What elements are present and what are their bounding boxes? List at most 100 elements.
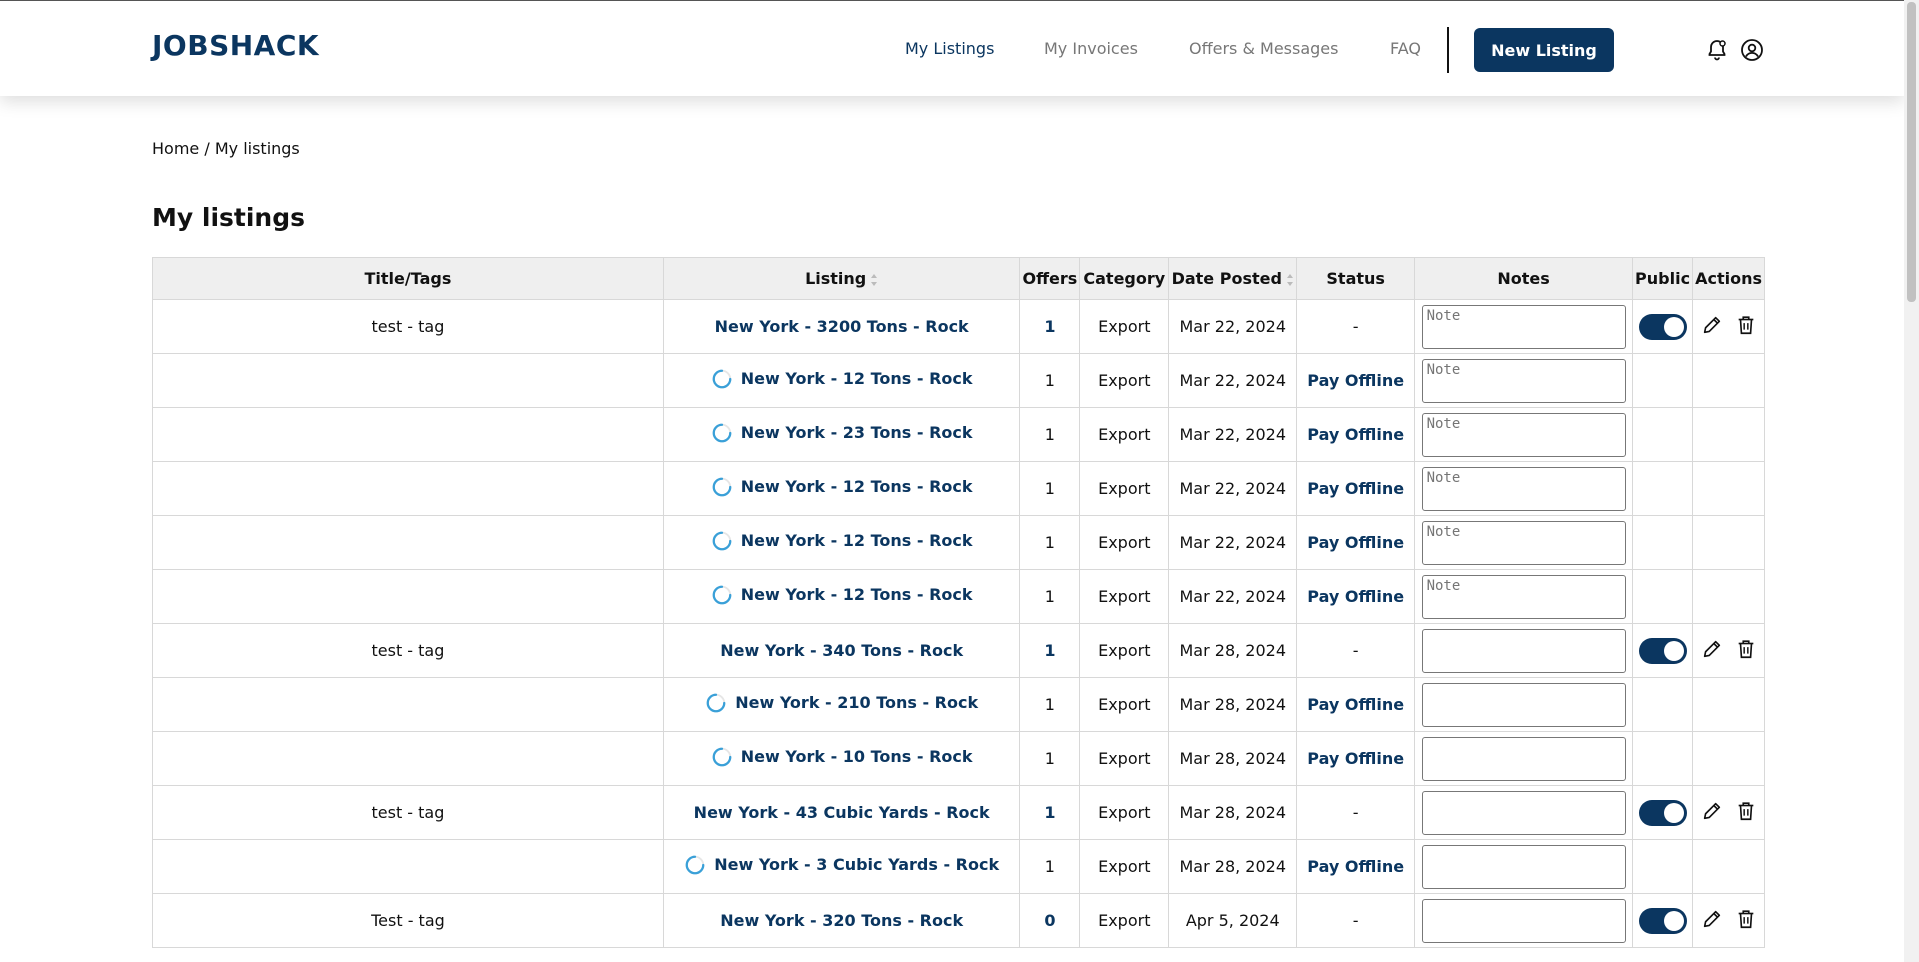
header-public: Public — [1632, 257, 1694, 300]
nav-my-listings[interactable]: My Listings — [905, 39, 994, 58]
status-cell: Pay Offline — [1296, 569, 1416, 624]
category-cell: Export — [1079, 785, 1170, 840]
note-input[interactable] — [1421, 520, 1626, 565]
public-cell — [1632, 299, 1694, 354]
main-nav: My Listings My Invoices Offers & Message… — [0, 39, 1904, 63]
category-text: Export — [1098, 425, 1151, 444]
scrollbar-thumb[interactable] — [1907, 2, 1916, 302]
note-input[interactable] — [1421, 736, 1626, 781]
listing-link[interactable]: New York - 3 Cubic Yards - Rock — [684, 854, 999, 876]
note-input[interactable] — [1421, 412, 1626, 457]
note-input[interactable] — [1421, 358, 1626, 403]
pay-offline-link[interactable]: Pay Offline — [1307, 587, 1404, 606]
note-input[interactable] — [1421, 466, 1626, 511]
listing-link[interactable]: New York - 10 Tons - Rock — [711, 746, 973, 768]
listing-title: New York - 3200 Tons - Rock — [714, 317, 969, 336]
note-input[interactable] — [1421, 574, 1626, 619]
note-input[interactable] — [1421, 304, 1626, 349]
offers-count-link[interactable]: 0 — [1044, 911, 1055, 930]
tag-cell: test - tag — [152, 623, 664, 678]
delete-icon[interactable] — [1735, 908, 1757, 930]
tag-cell — [152, 731, 664, 786]
pay-offline-link[interactable]: Pay Offline — [1307, 371, 1404, 390]
listing-title: New York - 3 Cubic Yards - Rock — [714, 855, 1000, 874]
status-cell: Pay Offline — [1296, 677, 1416, 732]
listing-link[interactable]: New York - 12 Tons - Rock — [711, 584, 973, 606]
public-toggle[interactable] — [1638, 637, 1687, 664]
pay-offline-link[interactable]: Pay Offline — [1307, 479, 1404, 498]
category-text: Export — [1098, 749, 1151, 768]
header-offers: Offers — [1019, 257, 1081, 300]
table-row: New York - 210 Tons - Rock 1 Export Mar 28,… — [152, 677, 1765, 732]
edit-icon[interactable] — [1701, 314, 1723, 336]
listing-link[interactable]: New York - 43 Cubic Yards - Rock — [694, 803, 990, 822]
bell-icon[interactable] — [1705, 38, 1729, 62]
table-row: test - tag New York - 3200 Tons - Rock 1 Ex… — [152, 299, 1765, 354]
offers-count-link[interactable]: 1 — [1044, 641, 1055, 660]
page-scrollbar[interactable] — [1904, 0, 1919, 962]
listing-link[interactable]: New York - 23 Tons - Rock — [711, 422, 973, 444]
sort-icon[interactable] — [1286, 273, 1294, 287]
edit-icon[interactable] — [1701, 638, 1723, 660]
tag-cell — [152, 353, 664, 408]
delete-icon[interactable] — [1735, 638, 1757, 660]
offers-cell: 1 — [1019, 353, 1081, 408]
category-cell: Export — [1079, 731, 1170, 786]
tag-text: Test - tag — [371, 911, 445, 930]
note-input[interactable] — [1421, 898, 1626, 943]
listing-link[interactable]: New York - 320 Tons - Rock — [720, 911, 963, 930]
offers-count-link[interactable]: 1 — [1044, 803, 1055, 822]
note-input[interactable] — [1421, 628, 1626, 673]
sort-icon[interactable] — [870, 273, 878, 287]
note-input[interactable] — [1421, 844, 1626, 889]
notes-cell — [1414, 839, 1634, 894]
actions-cell — [1692, 731, 1765, 786]
header-listing[interactable]: Listing — [662, 257, 1021, 300]
edit-icon[interactable] — [1701, 908, 1723, 930]
public-toggle[interactable] — [1638, 313, 1687, 340]
breadcrumb-home[interactable]: Home — [152, 139, 199, 158]
listing-cell: New York - 12 Tons - Rock — [662, 353, 1021, 408]
listing-link[interactable]: New York - 12 Tons - Rock — [711, 476, 973, 498]
offers-count: 1 — [1044, 425, 1055, 444]
header-date-posted[interactable]: Date Posted — [1168, 257, 1298, 300]
actions-cell — [1692, 299, 1765, 354]
pay-offline-link[interactable]: Pay Offline — [1307, 857, 1404, 876]
offers-cell: 1 — [1019, 515, 1081, 570]
table-row: New York - 23 Tons - Rock 1 Export Mar 22, … — [152, 407, 1765, 462]
public-toggle[interactable] — [1638, 907, 1687, 934]
tag-cell — [152, 839, 664, 894]
actions-cell — [1692, 353, 1765, 408]
nav-divider — [1447, 27, 1449, 73]
pay-offline-link[interactable]: Pay Offline — [1307, 425, 1404, 444]
listing-link[interactable]: New York - 210 Tons - Rock — [705, 692, 978, 714]
listing-cell: New York - 12 Tons - Rock — [662, 461, 1021, 516]
nav-faq[interactable]: FAQ — [1390, 39, 1421, 58]
listing-link[interactable]: New York - 340 Tons - Rock — [720, 641, 963, 660]
pay-offline-link[interactable]: Pay Offline — [1307, 749, 1404, 768]
nav-offers-messages[interactable]: Offers & Messages — [1189, 39, 1338, 58]
listing-link[interactable]: New York - 12 Tons - Rock — [711, 368, 973, 390]
new-listing-button[interactable]: New Listing — [1474, 28, 1614, 72]
nav-my-invoices[interactable]: My Invoices — [1044, 39, 1138, 58]
note-input[interactable] — [1421, 790, 1626, 835]
loading-spinner-icon — [685, 855, 705, 874]
listing-link[interactable]: New York - 12 Tons - Rock — [711, 530, 973, 552]
delete-icon[interactable] — [1735, 314, 1757, 336]
delete-icon[interactable] — [1735, 800, 1757, 822]
tag-cell: Test - tag — [152, 893, 664, 948]
note-input[interactable] — [1421, 682, 1626, 727]
offers-count: 1 — [1044, 749, 1055, 768]
listing-link[interactable]: New York - 3200 Tons - Rock — [715, 317, 969, 336]
public-toggle[interactable] — [1638, 799, 1687, 826]
edit-icon[interactable] — [1701, 800, 1723, 822]
loading-spinner-icon — [712, 477, 732, 496]
category-cell: Export — [1079, 677, 1170, 732]
table-row: test - tag New York - 43 Cubic Yards - Ro… — [152, 785, 1765, 840]
listing-cell: New York - 320 Tons - Rock — [662, 893, 1021, 948]
actions-cell — [1692, 785, 1765, 840]
offers-count-link[interactable]: 1 — [1044, 317, 1055, 336]
pay-offline-link[interactable]: Pay Offline — [1307, 695, 1404, 714]
user-icon[interactable] — [1740, 38, 1764, 62]
pay-offline-link[interactable]: Pay Offline — [1307, 533, 1404, 552]
